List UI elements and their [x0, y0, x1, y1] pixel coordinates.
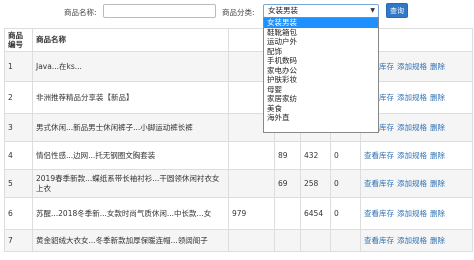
- table-header-row: 商品 编号 商品名称 操作: [4, 28, 473, 52]
- delete-link[interactable]: 删除: [430, 123, 445, 132]
- add-spec-link[interactable]: 添加规格: [397, 62, 427, 71]
- cell-c3: 258: [300, 169, 331, 198]
- dropdown-option[interactable]: 女装男装: [264, 18, 378, 28]
- dropdown-option[interactable]: 母婴: [264, 85, 378, 95]
- cell-name: 2019春季新款...蝶纸系带长袖衬衫...干圆领休闲衬衣女上衣: [32, 169, 229, 198]
- cell-id: 5: [4, 169, 33, 198]
- col-header-id: 商品 编号: [4, 28, 33, 52]
- view-stock-link[interactable]: 查看库存: [364, 209, 394, 218]
- cell-c3: 6454: [300, 197, 331, 230]
- cell-actions: 查看库存 添加规格 删除: [360, 141, 473, 170]
- table-row: 4 情侣性感...边网...托无钢圈文胸套装 89 432 0 查看库存 添加规格 删除: [4, 141, 473, 170]
- query-button[interactable]: 查询: [386, 3, 408, 18]
- table-row: 7 黄金貂绒大衣女...冬季新款加厚保暖连帽...领阔阁子 查看库存 添加规格 删除: [4, 229, 473, 252]
- dropdown-option[interactable]: 海外直: [264, 113, 378, 123]
- category-dropdown[interactable]: 女装男装 鞋靴箱包 运动户外 配饰 手机数码 家电办公 护肤彩妆 母婴 家居家纺 美食 海外直: [263, 17, 379, 133]
- cell-c1: [228, 141, 275, 170]
- cell-c4: 0: [330, 169, 361, 198]
- dropdown-option[interactable]: 护肤彩妆: [264, 75, 378, 85]
- dropdown-option[interactable]: 家电办公: [264, 66, 378, 76]
- cell-c2: [274, 197, 301, 230]
- dropdown-option[interactable]: 运动户外: [264, 37, 378, 47]
- add-spec-link[interactable]: 添加规格: [397, 236, 427, 245]
- cell-id: 7: [4, 229, 33, 252]
- cell-actions: 查看库存 添加规格 删除: [360, 169, 473, 198]
- cell-c1: 979: [228, 197, 275, 230]
- view-stock-link[interactable]: 查看库存: [364, 151, 394, 160]
- delete-link[interactable]: 删除: [430, 209, 445, 218]
- table-row: 6 苏醒...2018冬季新...女款时尚气质休闲...中长款...女 979 645…: [4, 197, 473, 230]
- cell-id: 4: [4, 141, 33, 170]
- chevron-down-icon: ▼: [370, 7, 375, 14]
- cell-c4: 0: [330, 141, 361, 170]
- add-spec-link[interactable]: 添加规格: [397, 123, 427, 132]
- delete-link[interactable]: 删除: [430, 93, 445, 102]
- category-select[interactable]: 女装男装 ▼: [263, 4, 379, 18]
- dropdown-option[interactable]: 美食: [264, 104, 378, 114]
- delete-link[interactable]: 删除: [430, 62, 445, 71]
- product-table: 商品 编号 商品名称 操作 1Java...在ks...查看库存添加规格删除2非…: [4, 28, 473, 252]
- search-toolbar: 商品名称: 商品分类: 女装男装 ▼ 查询: [0, 0, 474, 26]
- cell-c4: [330, 229, 361, 252]
- add-spec-link[interactable]: 添加规格: [397, 93, 427, 102]
- cell-c2: 69: [274, 169, 301, 198]
- cell-name: 非洲推荐精品分享装【新品】: [32, 81, 229, 114]
- cell-name: 黄金貂绒大衣女...冬季新款加厚保暖连帽...领阔阁子: [32, 229, 229, 252]
- delete-link[interactable]: 删除: [430, 151, 445, 160]
- category-select-value: 女装男装: [268, 6, 298, 15]
- cell-actions: 查看库存 添加规格 删除: [360, 197, 473, 230]
- view-stock-link[interactable]: 查看库存: [364, 179, 394, 188]
- cell-c2: [274, 229, 301, 252]
- cell-c3: [300, 229, 331, 252]
- dropdown-option[interactable]: 家居家纺: [264, 94, 378, 104]
- delete-link[interactable]: 删除: [430, 179, 445, 188]
- cell-c1: [228, 229, 275, 252]
- table-row: 5 2019春季新款...蝶纸系带长袖衬衫...干圆领休闲衬衣女上衣 69 258 0 查…: [4, 169, 473, 198]
- cell-id: 2: [4, 81, 33, 114]
- cell-name: 男式休闲...新品男士休闲裤子...小脚运动裤长裤: [32, 113, 229, 142]
- cell-actions: 查看库存 添加规格 删除: [360, 229, 473, 252]
- cell-c2: 89: [274, 141, 301, 170]
- table-row: 3 男式休闲...新品男士休闲裤子...小脚运动裤长裤 查看库存 添加规格 删除: [4, 113, 473, 142]
- cell-id: 1: [4, 51, 33, 82]
- delete-link[interactable]: 删除: [430, 236, 445, 245]
- view-stock-link[interactable]: 查看库存: [364, 236, 394, 245]
- product-name-label: 商品名称:: [64, 8, 97, 17]
- cell-c3: 432: [300, 141, 331, 170]
- category-label: 商品分类:: [222, 8, 255, 17]
- col-header-name: 商品名称: [32, 28, 229, 52]
- table-row: 2 非洲推荐精品分享装【新品】 查看库存 添加规格 删除: [4, 81, 473, 114]
- table-row: 1 Java...在ks... 查看库存 添加规格 删除: [4, 51, 473, 82]
- dropdown-option[interactable]: 配饰: [264, 47, 378, 57]
- cell-name: 苏醒...2018冬季新...女款时尚气质休闲...中长款...女: [32, 197, 229, 230]
- add-spec-link[interactable]: 添加规格: [397, 209, 427, 218]
- dropdown-option[interactable]: 手机数码: [264, 56, 378, 66]
- add-spec-link[interactable]: 添加规格: [397, 151, 427, 160]
- cell-id: 3: [4, 113, 33, 142]
- add-spec-link[interactable]: 添加规格: [397, 179, 427, 188]
- cell-name: 情侣性感...边网...托无钢圈文胸套装: [32, 141, 229, 170]
- cell-id: 6: [4, 197, 33, 230]
- cell-c4: 0: [330, 197, 361, 230]
- dropdown-option[interactable]: 鞋靴箱包: [264, 28, 378, 38]
- product-name-input[interactable]: [103, 4, 216, 18]
- cell-c1: [228, 169, 275, 198]
- cell-name: Java...在ks...: [32, 51, 229, 82]
